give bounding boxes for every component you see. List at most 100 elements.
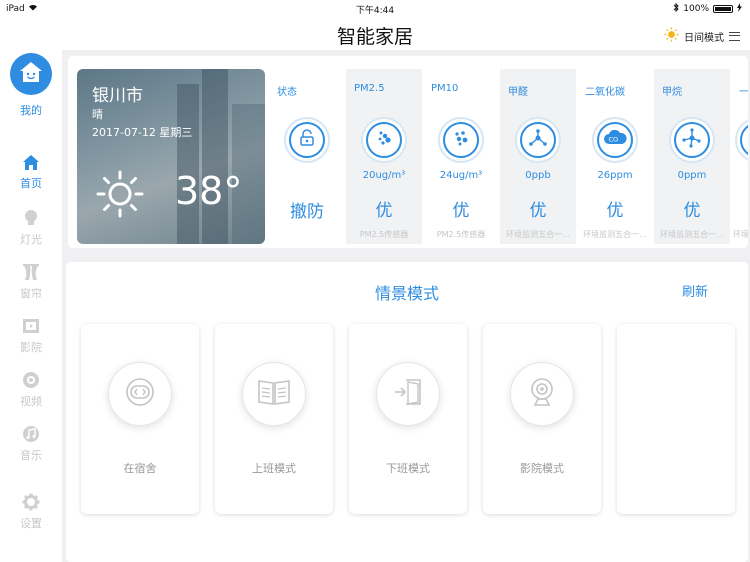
- sensor-icon-ring: [669, 117, 715, 163]
- sensor-source: 环境监测五合一...: [660, 230, 724, 239]
- sensor-pm10[interactable]: PM10 24ug/m³ 优 PM2.5传感器: [423, 69, 499, 244]
- battery-icon: [713, 5, 733, 13]
- scene-icon-ring: [510, 362, 574, 426]
- profile-label[interactable]: 我的: [0, 102, 62, 118]
- home-icon: [21, 152, 41, 172]
- curtain-icon: [21, 262, 41, 282]
- scene-tile-empty[interactable]: [617, 324, 735, 514]
- sensor-icon-inner: [674, 122, 710, 158]
- sensor-icon-inner: [443, 122, 479, 158]
- sensor-title: 甲烷: [662, 87, 682, 98]
- sensor-source: PM2.5传感器: [436, 230, 486, 239]
- sensor-icon-inner: [520, 122, 556, 158]
- sensor-methane[interactable]: 甲烷 0ppm 优 环境监测五合一...: [654, 69, 730, 244]
- bluetooth-icon: [673, 2, 679, 15]
- status-bar: iPad 下午4:44 100%: [0, 0, 750, 18]
- exit-door-icon: [392, 376, 424, 412]
- scene-tile-cinema[interactable]: 影院模式: [483, 324, 601, 514]
- sensor-title: 甲醛: [508, 87, 528, 98]
- weather-city: 银川市: [92, 86, 143, 106]
- dots-icon: [452, 129, 470, 151]
- sidebar-item-label: 视频: [20, 395, 42, 408]
- sensor-co2[interactable]: 二氧化碳 CO 26ppm 优 环境监测五合一...: [577, 69, 653, 244]
- sensor-title: PM10: [431, 83, 459, 94]
- sidebar-item-label: 首页: [20, 177, 42, 190]
- socket-icon: [124, 376, 156, 412]
- sensor-icon-ring: [361, 117, 407, 163]
- partial-icon: [740, 122, 748, 158]
- music-icon: [21, 424, 41, 444]
- avatar[interactable]: [10, 53, 52, 95]
- scene-tile-offwork[interactable]: 下班模式: [349, 324, 467, 514]
- menu-icon[interactable]: [729, 31, 740, 41]
- molecule-icon: [528, 129, 548, 151]
- sensor-source: 环境监测五合一...: [583, 230, 647, 239]
- weather-background: [177, 84, 199, 244]
- sunny-icon: [95, 169, 145, 223]
- page-title: 智能家居: [336, 26, 413, 48]
- sidebar-item-settings[interactable]: 设置: [0, 492, 62, 540]
- scene-icon-ring: [376, 362, 440, 426]
- svg-text:CO: CO: [609, 136, 619, 144]
- sidebar-item-home[interactable]: 首页: [0, 152, 62, 200]
- sensor-value: 24ug/m³: [439, 170, 483, 181]
- sensor-source: 环境监测五合一...: [506, 230, 570, 239]
- sensor-icon-inner: CO: [597, 122, 633, 158]
- status-right: 100%: [673, 2, 742, 15]
- sensor-icon-inner: [366, 122, 402, 158]
- scene-label: 上班模式: [252, 462, 296, 475]
- sensor-source: 环境: [733, 230, 748, 239]
- sidebar-item-label: 窗帘: [20, 287, 42, 300]
- sensor-icon-inner: [289, 122, 325, 158]
- status-time: 下午4:44: [355, 6, 395, 16]
- lock-icon: [298, 129, 316, 151]
- webcam-icon: [526, 376, 558, 412]
- sidebar-item-label: 灯光: [20, 233, 42, 246]
- camera-icon: [21, 370, 41, 390]
- day-mode-button[interactable]: 日间模式: [664, 27, 740, 45]
- scene-tile-work[interactable]: 上班模式: [215, 324, 333, 514]
- sidebar-item-label: 设置: [20, 517, 42, 530]
- scene-label: 在宿舍: [123, 462, 157, 475]
- scene-label: 影院模式: [520, 462, 564, 475]
- sidebar-item-curtain[interactable]: 窗帘: [0, 262, 62, 310]
- sensor-icon-ring: [438, 117, 484, 163]
- info-card: 银川市 晴 2017-07-12 星期三 38° 状态 撤防 PM2.5 20u…: [68, 56, 748, 248]
- sensor-icon-ring: [735, 117, 748, 163]
- sensor-partial[interactable]: 一氧 环境: [731, 69, 748, 244]
- sensor-source: PM2.5传感器: [359, 230, 409, 239]
- sensor-grade: 优: [529, 201, 547, 221]
- sensor-icon-ring: [284, 117, 330, 163]
- app-header: 智能家居 日间模式: [0, 18, 750, 50]
- weather-temperature: 38°: [175, 169, 243, 213]
- sensor-value: 26ppm: [597, 170, 633, 181]
- sensor-grade: 优: [452, 201, 470, 221]
- sensor-status[interactable]: 状态 撤防: [269, 69, 345, 244]
- sensor-icon-ring: [515, 117, 561, 163]
- sensor-formaldehyde[interactable]: 甲醛 0ppb 优 环境监测五合一...: [500, 69, 576, 244]
- sensor-title: 状态: [277, 87, 297, 98]
- sidebar-item-video[interactable]: 视频: [0, 370, 62, 418]
- sidebar-item-light[interactable]: 灯光: [0, 208, 62, 256]
- battery-percent: 100%: [683, 4, 709, 14]
- sensor-value: 0ppb: [525, 170, 551, 181]
- sensor-title: 一氧: [739, 87, 748, 98]
- scene-tile-dorm[interactable]: 在宿舍: [81, 324, 199, 514]
- sidebar-item-music[interactable]: 音乐: [0, 424, 62, 472]
- film-icon: [21, 316, 41, 336]
- sensor-pm25[interactable]: PM2.5 20ug/m³ 优 PM2.5传感器: [346, 69, 422, 244]
- refresh-button[interactable]: 刷新: [682, 281, 708, 300]
- sun-icon: [664, 27, 679, 45]
- sensor-title: 二氧化碳: [585, 87, 625, 98]
- weather-background: [202, 69, 228, 244]
- sensor-icon-ring: CO: [592, 117, 638, 163]
- sensor-grade: 撤防: [290, 202, 324, 222]
- charging-icon: [737, 3, 742, 15]
- co2-cloud-icon: CO: [603, 129, 627, 151]
- sidebar-item-cinema[interactable]: 影院: [0, 316, 62, 364]
- book-icon: [257, 378, 291, 410]
- day-mode-label: 日间模式: [684, 32, 724, 44]
- bulb-icon: [21, 208, 41, 228]
- scene-label: 下班模式: [386, 462, 430, 475]
- sensor-grade: 优: [606, 201, 624, 221]
